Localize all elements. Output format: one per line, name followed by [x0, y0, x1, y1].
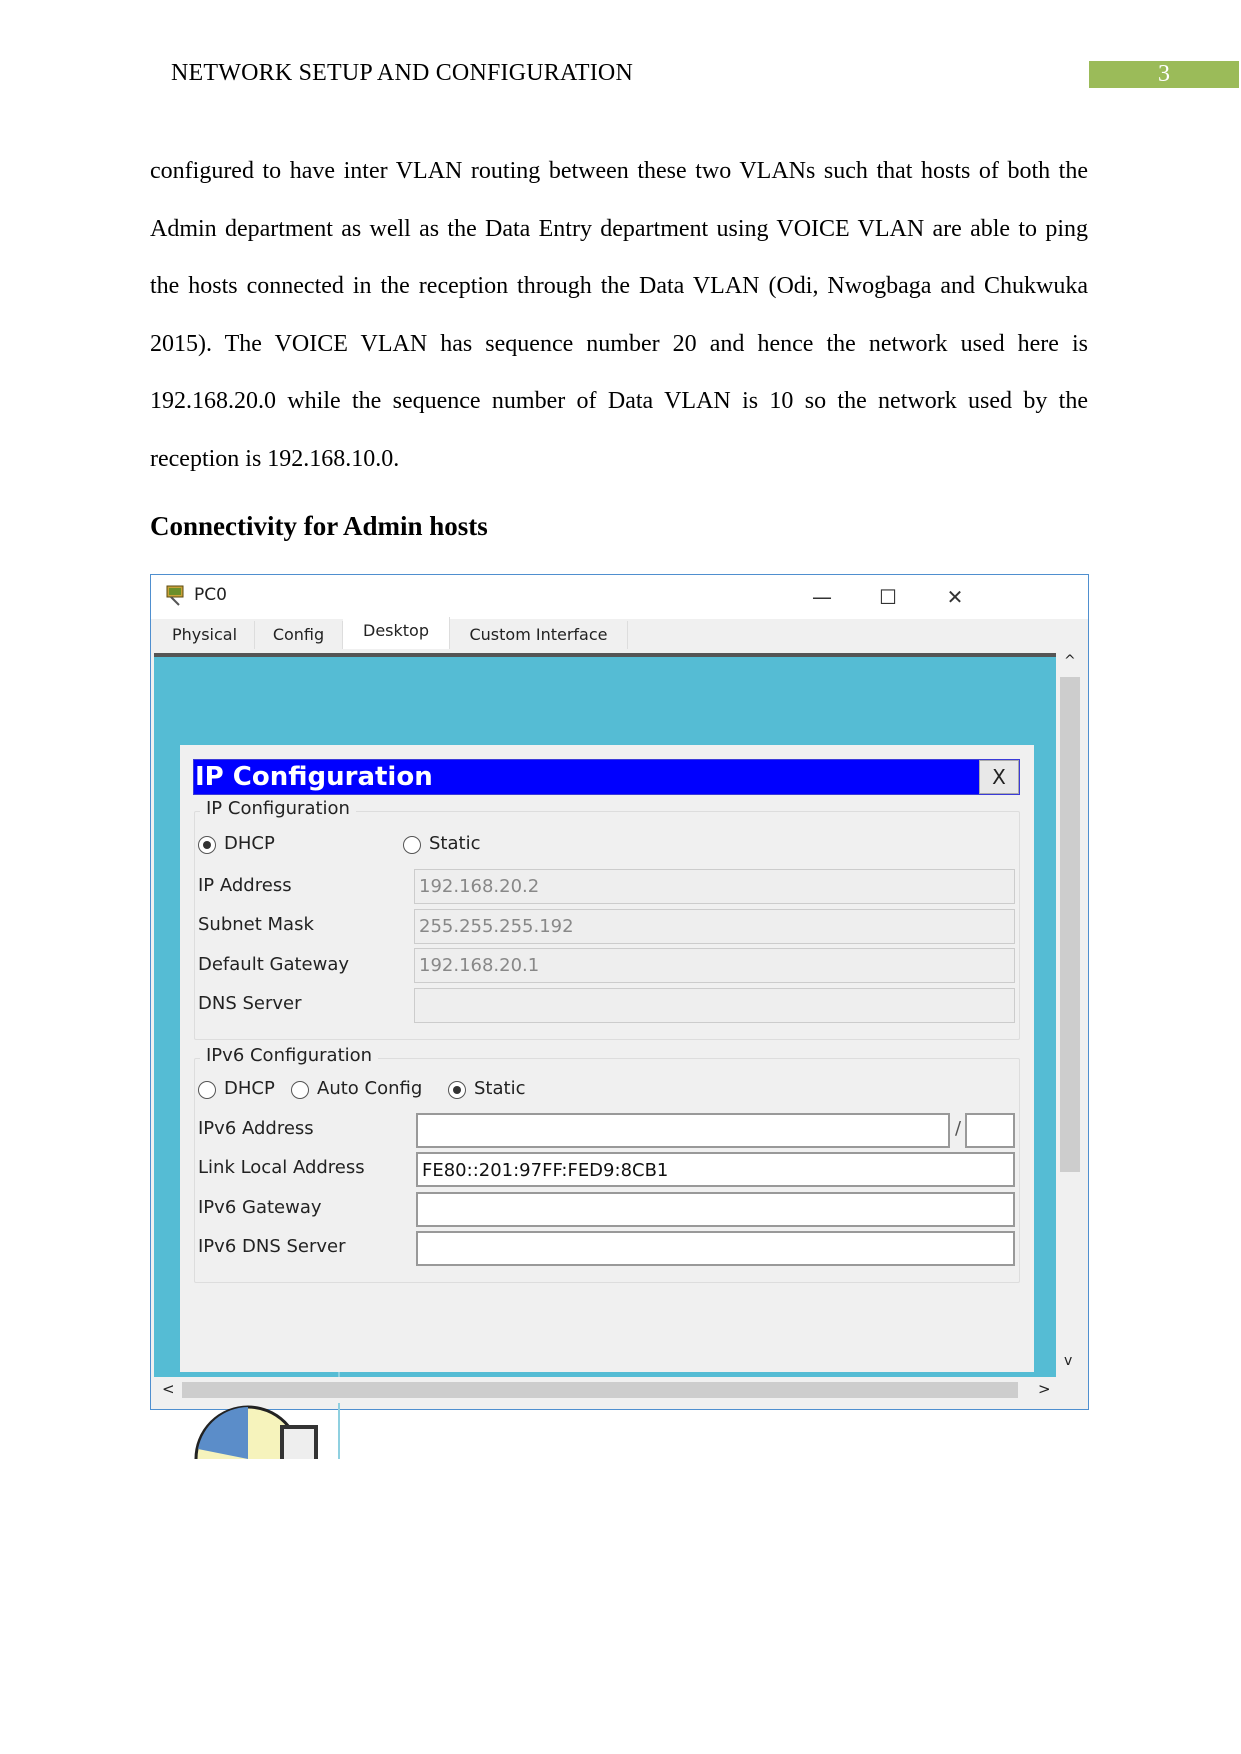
ipv6-gateway-input[interactable] — [416, 1192, 1015, 1227]
ipv6-address-input[interactable] — [416, 1113, 950, 1148]
tab-desktop[interactable]: Desktop — [343, 617, 450, 649]
scroll-left-arrow[interactable]: < — [162, 1380, 175, 1398]
link-local-address-label: Link Local Address — [198, 1157, 365, 1178]
ipv6-dhcp-label: DHCP — [224, 1078, 275, 1099]
default-gateway-label: Default Gateway — [198, 954, 350, 975]
ipv6-static-radio[interactable] — [448, 1081, 466, 1099]
ipv4-legend: IP Configuration — [200, 798, 356, 819]
desktop-area: IP Configuration X IP Configuration DHCP… — [154, 653, 1056, 1513]
pc0-window-screenshot: PC0 — ☐ ✕ Physical Config Desktop Custom… — [150, 574, 1089, 1513]
tab-config[interactable]: Config — [255, 621, 343, 649]
vertical-scrollbar[interactable]: ^ v — [1056, 653, 1084, 1377]
scroll-up-arrow[interactable]: ^ — [1064, 653, 1076, 669]
prefix-separator: / — [955, 1118, 962, 1139]
tab-bar: Physical Config Desktop Custom Interface — [151, 617, 1088, 649]
dns-server-input[interactable] — [414, 988, 1015, 1023]
subnet-mask-input[interactable]: 255.255.255.192 — [414, 909, 1015, 944]
page-number: 3 — [1089, 61, 1239, 88]
dialog-title-bar: IP Configuration X — [193, 759, 1020, 795]
ip-address-label: IP Address — [198, 875, 292, 896]
pc-icon — [166, 585, 184, 606]
dialog-title: IP Configuration — [195, 762, 433, 792]
title-bar: PC0 — ☐ ✕ — [151, 575, 1088, 619]
ipv6-static-label: Static — [474, 1078, 526, 1099]
minimize-button[interactable]: — — [792, 579, 852, 615]
link-local-address-input[interactable]: FE80::201:97FF:FED9:8CB1 — [416, 1152, 1015, 1187]
section-heading: Connectivity for Admin hosts — [150, 511, 488, 541]
ipv6-dns-server-label: IPv6 DNS Server — [198, 1236, 346, 1257]
ipv6-auto-config-radio[interactable] — [291, 1081, 309, 1099]
ipv6-gateway-label: IPv6 Gateway — [198, 1197, 322, 1218]
ipv6-address-label: IPv6 Address — [198, 1118, 314, 1139]
vertical-scroll-thumb[interactable] — [1060, 677, 1080, 1172]
body-paragraph: configured to have inter VLAN routing be… — [150, 158, 1088, 472]
ipv4-dhcp-radio[interactable] — [198, 836, 216, 854]
tab-physical[interactable]: Physical — [155, 621, 255, 649]
horizontal-scroll-thumb[interactable] — [182, 1382, 1018, 1398]
window-title: PC0 — [194, 585, 227, 605]
subnet-mask-label: Subnet Mask — [198, 914, 314, 935]
ip-configuration-dialog: IP Configuration X IP Configuration DHCP… — [180, 745, 1034, 1372]
ipv6-prefix-input[interactable] — [965, 1113, 1015, 1148]
ip-address-input[interactable]: 192.168.20.2 — [414, 869, 1015, 904]
ipv6-auto-config-label: Auto Config — [317, 1078, 423, 1099]
running-header: NETWORK SETUP AND CONFIGURATION — [171, 60, 633, 86]
ipv4-static-label: Static — [429, 833, 481, 854]
scroll-right-arrow[interactable]: > — [1038, 1380, 1051, 1398]
horizontal-scrollbar[interactable]: < > — [154, 1377, 1056, 1403]
default-gateway-input[interactable]: 192.168.20.1 — [414, 948, 1015, 983]
dns-server-label: DNS Server — [198, 993, 302, 1014]
ipv6-legend: IPv6 Configuration — [200, 1045, 379, 1066]
ipv4-dhcp-label: DHCP — [224, 833, 275, 854]
ipv6-dns-server-input[interactable] — [416, 1231, 1015, 1266]
ipv4-static-radio[interactable] — [403, 836, 421, 854]
tab-custom-interface[interactable]: Custom Interface — [450, 621, 628, 649]
dialog-close-button[interactable]: X — [979, 760, 1019, 794]
scroll-down-arrow[interactable]: v — [1064, 1353, 1072, 1369]
maximize-button[interactable]: ☐ — [858, 579, 918, 615]
ipv6-dhcp-radio[interactable] — [198, 1081, 216, 1099]
close-button[interactable]: ✕ — [925, 579, 985, 615]
